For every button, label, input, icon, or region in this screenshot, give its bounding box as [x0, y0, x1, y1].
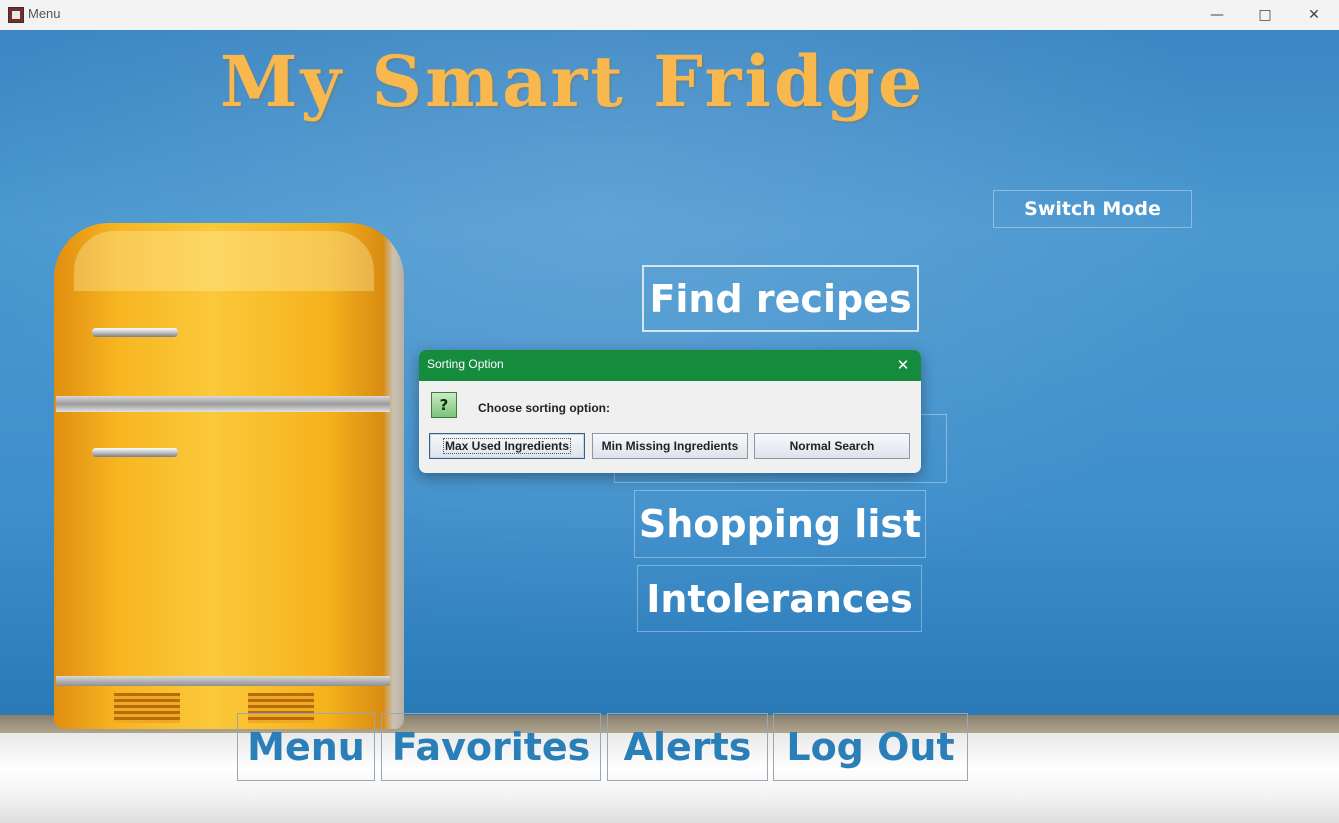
fridge-vent-left: [114, 693, 180, 723]
nav-favorites-button[interactable]: Favorites: [381, 713, 601, 781]
fridge-base: [56, 676, 390, 686]
fridge-illustration: [54, 223, 410, 729]
fridge-body: [54, 223, 404, 729]
minimize-icon[interactable]: —: [1193, 0, 1241, 30]
find-recipes-button[interactable]: Find recipes: [642, 265, 919, 332]
dialog-title: Sorting Option: [427, 357, 504, 371]
nav-logout-button[interactable]: Log Out: [773, 713, 968, 781]
max-used-ingredients-label: Max Used Ingredients: [442, 438, 572, 454]
window-title: Menu: [28, 6, 61, 21]
switch-mode-button[interactable]: Switch Mode: [993, 190, 1192, 228]
dialog-close-icon[interactable]: ✕: [893, 355, 913, 375]
nav-menu-button[interactable]: Menu: [237, 713, 375, 781]
max-used-ingredients-button[interactable]: Max Used Ingredients: [429, 433, 585, 459]
app-heading: My Smart Fridge: [220, 40, 926, 123]
fridge-divider: [56, 396, 390, 412]
fridge-handle-bottom: [92, 448, 178, 457]
question-icon: ?: [431, 392, 457, 418]
shopping-list-button[interactable]: Shopping list: [634, 490, 926, 558]
intolerances-button[interactable]: Intolerances: [637, 565, 922, 632]
fridge-highlight: [74, 231, 374, 291]
fridge-handle-top: [92, 328, 178, 337]
min-missing-ingredients-button[interactable]: Min Missing Ingredients: [592, 433, 748, 459]
nav-alerts-button[interactable]: Alerts: [607, 713, 768, 781]
app-icon: [8, 7, 24, 23]
maximize-icon[interactable]: □: [1241, 0, 1289, 30]
normal-search-button[interactable]: Normal Search: [754, 433, 910, 459]
close-icon[interactable]: ✕: [1290, 0, 1338, 30]
window-titlebar: Menu — □ ✕: [0, 0, 1339, 30]
dialog-titlebar[interactable]: Sorting Option ✕: [419, 350, 921, 381]
sorting-option-dialog: Sorting Option ✕ ? Choose sorting option…: [419, 350, 921, 473]
dialog-message: Choose sorting option:: [478, 401, 610, 415]
